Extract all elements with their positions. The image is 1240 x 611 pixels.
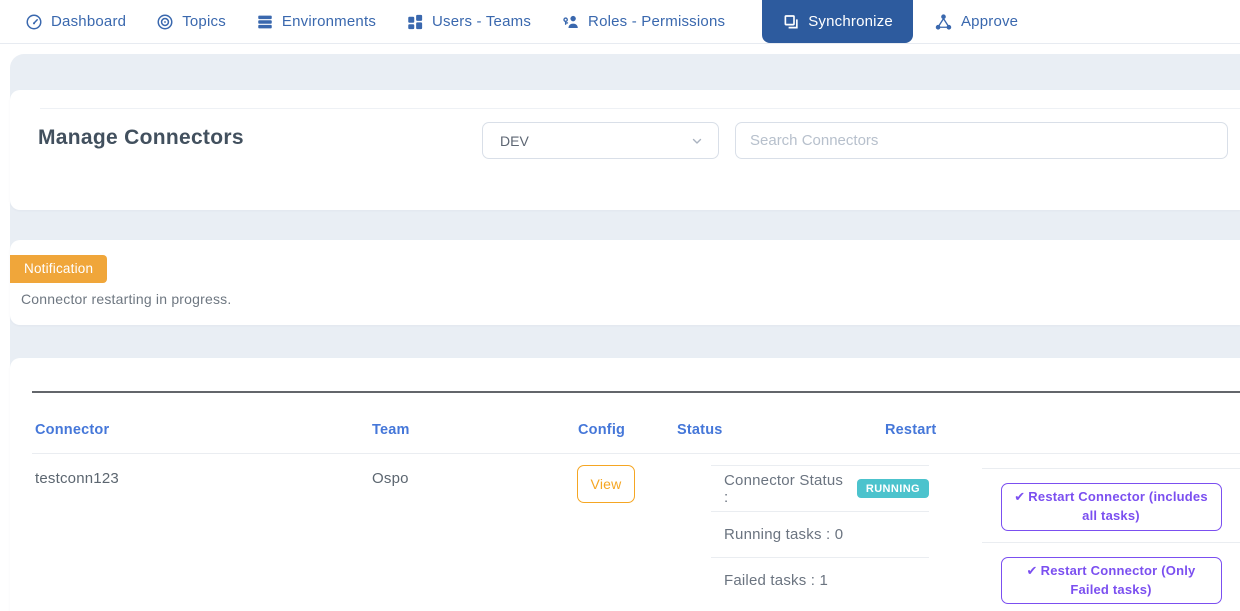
- page-title: Manage Connectors: [38, 126, 244, 150]
- nav-item-topics[interactable]: Topics: [141, 0, 241, 43]
- nav-item-users-teams[interactable]: Users - Teams: [391, 0, 546, 43]
- status-item-running-tasks: Running tasks : 0: [711, 511, 929, 557]
- approve-icon: [934, 13, 953, 31]
- running-status-badge: RUNNING: [857, 479, 929, 498]
- restart-failed-tasks-label: Restart Connector (Only Failed tasks): [1041, 563, 1196, 597]
- top-nav: Dashboard Topics Environments: [0, 0, 1240, 44]
- connectors-table-card: Connector Team Config Status Restart tes…: [10, 358, 1240, 611]
- topics-icon: [156, 13, 174, 31]
- environment-select[interactable]: DEV: [482, 122, 719, 159]
- manage-connectors-card: Manage Connectors DEV: [10, 90, 1240, 210]
- restart-row-all: ✔Restart Connector (includes all tasks): [982, 468, 1240, 542]
- nav-item-dashboard[interactable]: Dashboard: [10, 0, 141, 43]
- nav-label: Dashboard: [51, 13, 126, 30]
- card-divider: [40, 108, 1240, 109]
- environments-icon: [256, 13, 274, 31]
- restart-failed-tasks-button[interactable]: ✔Restart Connector (Only Failed tasks): [1001, 557, 1222, 605]
- nav-item-approve[interactable]: Approve: [919, 0, 1033, 43]
- nav-label: Approve: [961, 13, 1018, 30]
- nav-label: Synchronize: [808, 13, 893, 30]
- roles-permissions-icon: [561, 13, 580, 31]
- app-window: Dashboard Topics Environments: [0, 0, 1240, 611]
- restart-all-tasks-button[interactable]: ✔Restart Connector (includes all tasks): [1001, 483, 1222, 531]
- synchronize-icon: [782, 13, 800, 31]
- table-top-divider: [32, 391, 1240, 393]
- cell-team-name: Ospo: [372, 470, 409, 487]
- status-list: Connector Status : RUNNING Running tasks…: [711, 465, 929, 603]
- check-icon: ✔: [1014, 489, 1025, 504]
- col-header-config: Config: [578, 422, 625, 438]
- nav-item-environments[interactable]: Environments: [241, 0, 391, 43]
- status-item-failed-tasks: Failed tasks : 1: [711, 557, 929, 603]
- dashboard-icon: [25, 13, 43, 31]
- nav-label: Users - Teams: [432, 13, 531, 30]
- search-input[interactable]: [735, 122, 1228, 159]
- cell-connector-name: testconn123: [35, 470, 119, 487]
- nav-item-roles-permissions[interactable]: Roles - Permissions: [546, 0, 740, 43]
- environment-select-value: DEV: [500, 133, 690, 149]
- notification-badge: Notification: [10, 255, 107, 283]
- nav-label: Environments: [282, 13, 376, 30]
- nav-label: Topics: [182, 13, 226, 30]
- users-teams-icon: [406, 13, 424, 31]
- status-item-connector-status: Connector Status : RUNNING: [711, 465, 929, 511]
- chevron-down-icon: [690, 134, 704, 148]
- nav-item-synchronize[interactable]: Synchronize: [762, 0, 913, 43]
- check-icon: ✔: [1027, 563, 1038, 578]
- col-header-restart: Restart: [885, 422, 936, 438]
- restart-all-tasks-label: Restart Connector (includes all tasks): [1028, 489, 1208, 523]
- view-config-button[interactable]: View: [577, 465, 635, 503]
- notification-card: Notification Connector restarting in pro…: [10, 240, 1240, 325]
- col-header-status: Status: [677, 422, 723, 438]
- content-panel: Manage Connectors DEV Notification Conne…: [10, 54, 1240, 611]
- header-underline: [32, 453, 1240, 454]
- restart-row-failed: ✔Restart Connector (Only Failed tasks): [982, 542, 1240, 611]
- restart-list: ✔Restart Connector (includes all tasks) …: [982, 468, 1240, 611]
- connector-status-label: Connector Status :: [724, 472, 849, 506]
- notification-message: Connector restarting in progress.: [21, 291, 231, 307]
- nav-label: Roles - Permissions: [588, 13, 725, 30]
- col-header-connector: Connector: [35, 422, 109, 438]
- col-header-team: Team: [372, 422, 410, 438]
